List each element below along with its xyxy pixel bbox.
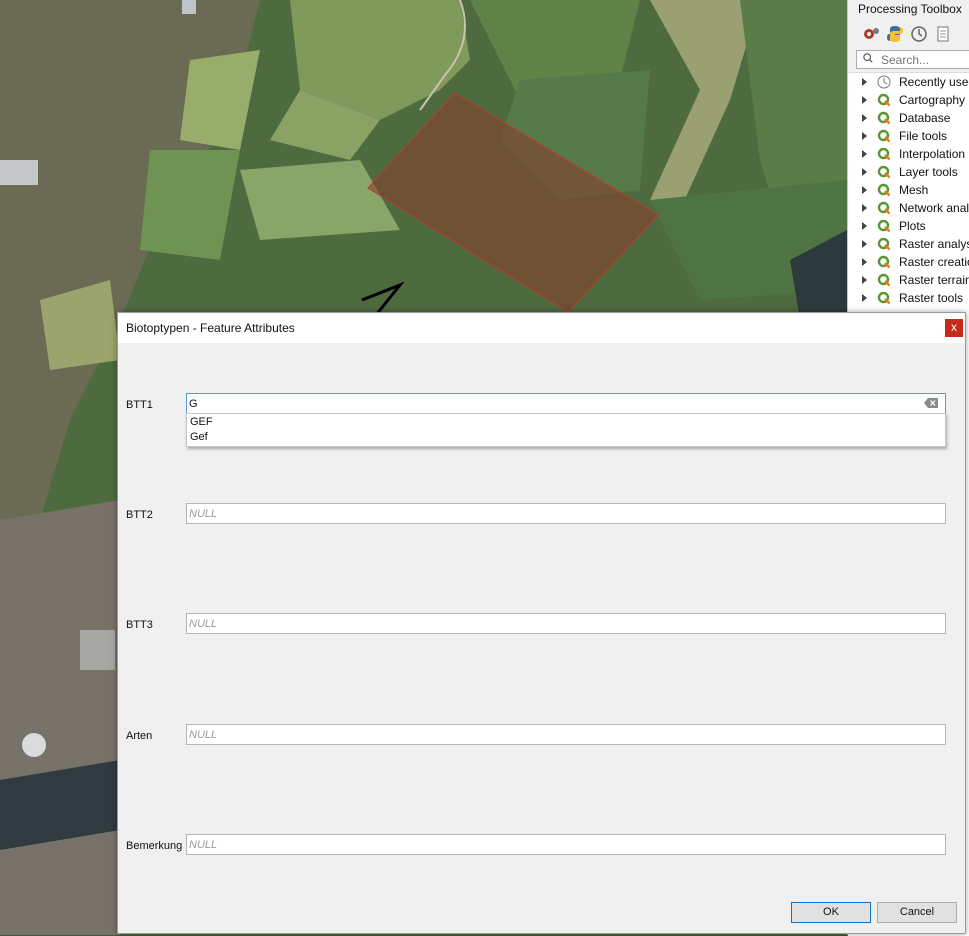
expand-arrow-icon[interactable] bbox=[862, 276, 867, 284]
search-icon bbox=[863, 53, 873, 63]
autocomplete-popup: GEF Gef bbox=[186, 413, 946, 447]
tree-item-mesh[interactable]: Mesh bbox=[862, 181, 928, 199]
tree-item-raster-tools[interactable]: Raster tools bbox=[862, 289, 963, 307]
tree-item-database[interactable]: Database bbox=[862, 109, 950, 127]
expand-arrow-icon[interactable] bbox=[862, 78, 867, 86]
clock-icon bbox=[877, 75, 891, 89]
expand-arrow-icon[interactable] bbox=[862, 294, 867, 302]
btt1-field[interactable] bbox=[186, 393, 946, 414]
qgis-icon bbox=[877, 291, 891, 305]
tree-item-raster-creation[interactable]: Raster creation bbox=[862, 253, 969, 271]
tree-item-cartography[interactable]: Cartography bbox=[862, 91, 965, 109]
qgis-icon bbox=[877, 237, 891, 251]
expand-arrow-icon[interactable] bbox=[862, 150, 867, 158]
expand-arrow-icon[interactable] bbox=[862, 240, 867, 248]
autocomplete-option[interactable]: GEF bbox=[190, 416, 213, 428]
expand-arrow-icon[interactable] bbox=[862, 258, 867, 266]
tree-item-recently-used[interactable]: Recently used bbox=[862, 73, 969, 91]
bemerkung-input[interactable] bbox=[189, 837, 909, 852]
btt1-input[interactable] bbox=[189, 396, 909, 411]
qgis-icon bbox=[877, 111, 891, 125]
expand-arrow-icon[interactable] bbox=[862, 114, 867, 122]
field-label-btt3: BTT3 bbox=[126, 619, 153, 631]
arten-input[interactable] bbox=[189, 727, 909, 742]
toolbox-search-input[interactable] bbox=[881, 52, 969, 67]
qgis-icon bbox=[877, 201, 891, 215]
cancel-button[interactable]: Cancel bbox=[877, 902, 957, 923]
dialog-title: Biotoptypen - Feature Attributes bbox=[126, 321, 295, 335]
tree-item-file-tools[interactable]: File tools bbox=[862, 127, 947, 145]
expand-arrow-icon[interactable] bbox=[862, 186, 867, 194]
qgis-icon bbox=[877, 219, 891, 233]
models-gear-icon[interactable] bbox=[862, 25, 880, 43]
ok-button[interactable]: OK bbox=[791, 902, 871, 923]
toolbox-search-field[interactable] bbox=[856, 50, 969, 69]
btt2-input[interactable] bbox=[189, 506, 909, 521]
expand-arrow-icon[interactable] bbox=[862, 204, 867, 212]
bemerkung-field[interactable] bbox=[186, 834, 946, 855]
tree-item-raster-terrain[interactable]: Raster terrain bbox=[862, 271, 969, 289]
expand-arrow-icon[interactable] bbox=[862, 222, 867, 230]
expand-arrow-icon[interactable] bbox=[862, 96, 867, 104]
qgis-icon bbox=[877, 255, 891, 269]
toolbox-title: Processing Toolbox bbox=[858, 2, 962, 16]
expand-arrow-icon[interactable] bbox=[862, 168, 867, 176]
tree-item-layer-tools[interactable]: Layer tools bbox=[862, 163, 958, 181]
qgis-icon bbox=[877, 183, 891, 197]
btt3-field[interactable] bbox=[186, 613, 946, 634]
tree-item-network-analysis[interactable]: Network analysis bbox=[862, 199, 969, 217]
clear-icon[interactable] bbox=[924, 398, 938, 408]
btt2-field[interactable] bbox=[186, 503, 946, 524]
tree-item-plots[interactable]: Plots bbox=[862, 217, 926, 235]
arten-field[interactable] bbox=[186, 724, 946, 745]
field-label-btt1: BTT1 bbox=[126, 399, 153, 411]
btt3-input[interactable] bbox=[189, 616, 909, 631]
qgis-icon bbox=[877, 273, 891, 287]
feature-attributes-dialog: Biotoptypen - Feature Attributes x BTT1 … bbox=[117, 312, 966, 934]
python-icon[interactable] bbox=[886, 25, 904, 43]
toolbox-toolbar bbox=[862, 24, 952, 44]
qgis-icon bbox=[877, 129, 891, 143]
field-label-btt2: BTT2 bbox=[126, 509, 153, 521]
field-label-arten: Arten bbox=[126, 730, 153, 742]
qgis-icon bbox=[877, 165, 891, 179]
autocomplete-option[interactable]: Gef bbox=[190, 431, 208, 443]
qgis-icon bbox=[877, 147, 891, 161]
history-clock-icon[interactable] bbox=[910, 25, 928, 43]
field-label-bemerkung: Bemerkung bbox=[126, 840, 183, 852]
results-document-icon[interactable] bbox=[934, 25, 952, 43]
expand-arrow-icon[interactable] bbox=[862, 132, 867, 140]
qgis-icon bbox=[877, 93, 891, 107]
close-button[interactable]: x bbox=[945, 319, 963, 337]
tree-item-interpolation[interactable]: Interpolation bbox=[862, 145, 965, 163]
dialog-titlebar[interactable]: Biotoptypen - Feature Attributes x bbox=[118, 313, 965, 343]
tree-item-raster-analysis[interactable]: Raster analysis bbox=[862, 235, 969, 253]
